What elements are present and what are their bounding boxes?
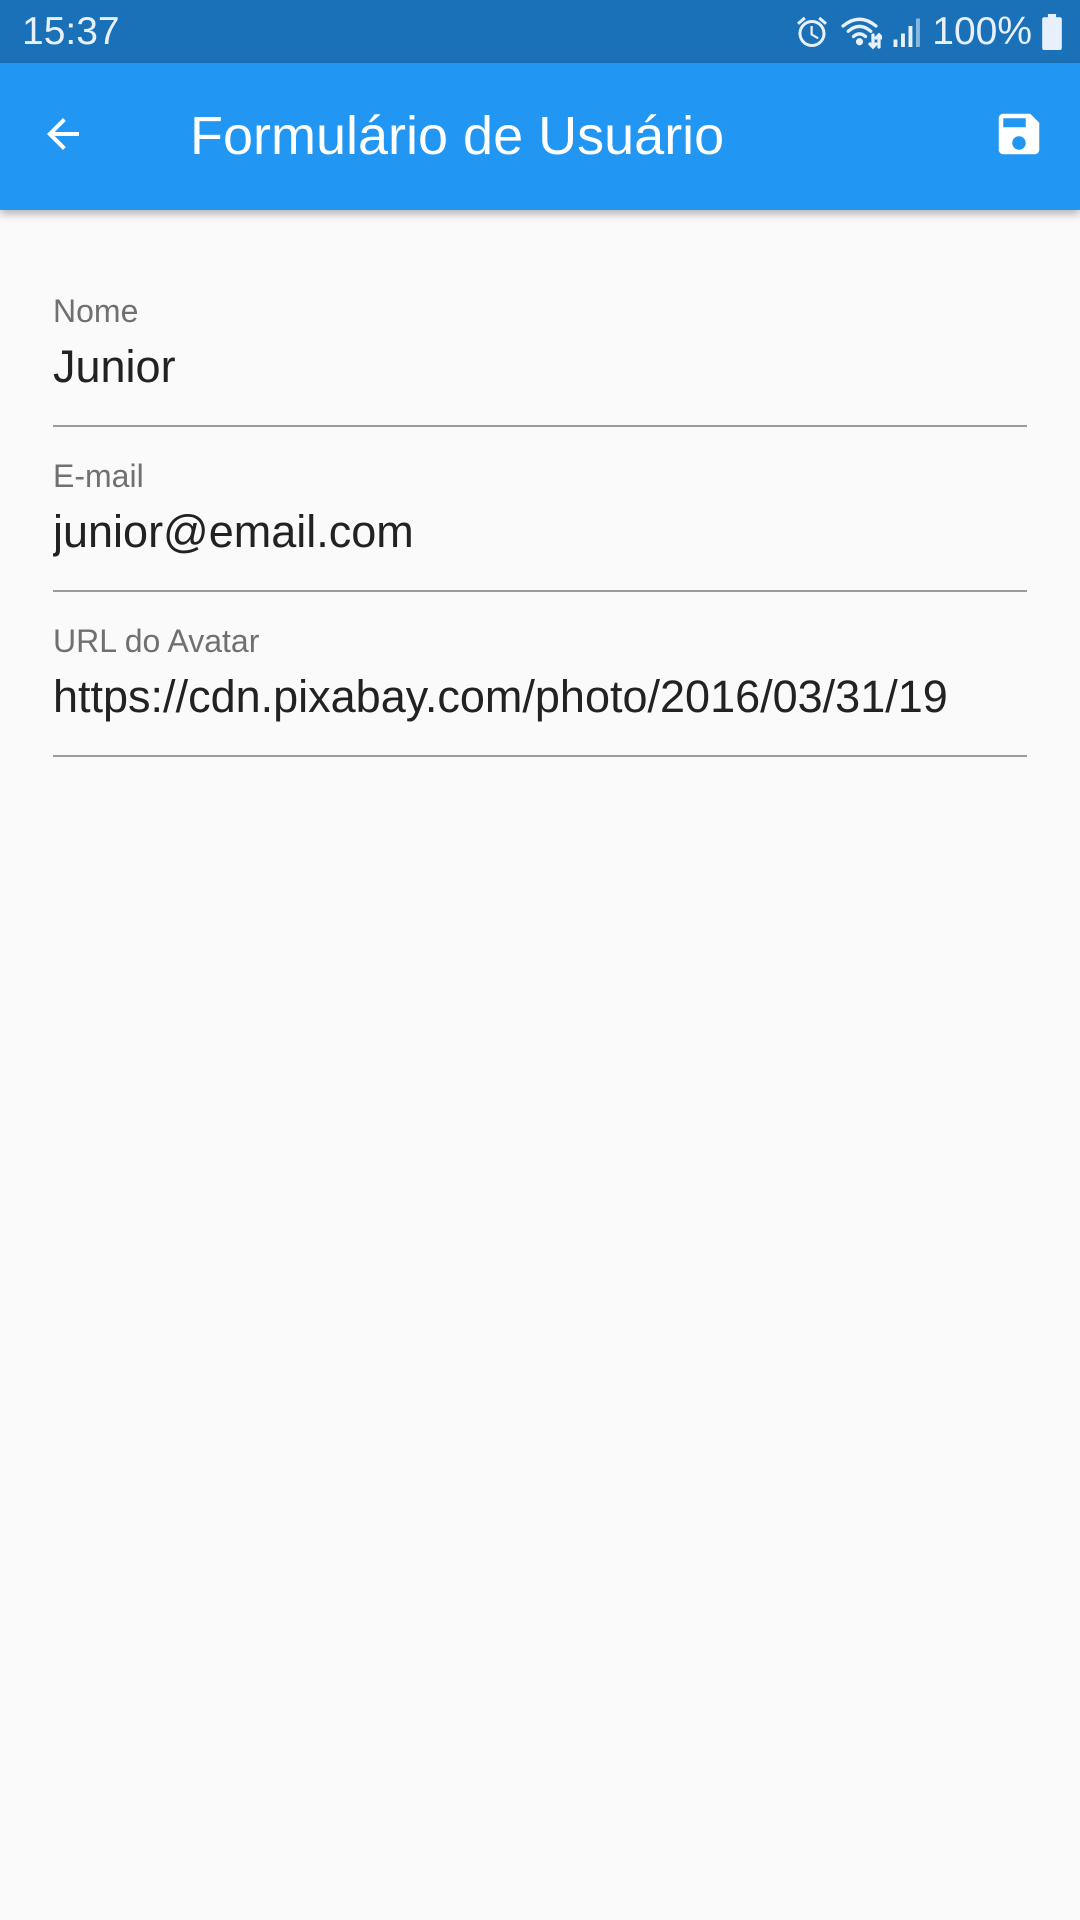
name-field[interactable]: Nome: [53, 210, 1027, 427]
email-input[interactable]: [53, 504, 1027, 560]
avatar-url-field[interactable]: URL do Avatar: [53, 592, 1027, 757]
email-field-label: E-mail: [53, 458, 144, 494]
battery-percent: 100%: [932, 10, 1032, 53]
user-form: Nome E-mail URL do Avatar: [53, 210, 1027, 757]
status-time: 15:37: [22, 10, 120, 53]
name-field-label: Nome: [53, 293, 139, 329]
page-title: Formulário de Usuário: [190, 106, 725, 166]
back-button[interactable]: [30, 103, 96, 169]
wifi-icon: [840, 14, 883, 50]
name-input[interactable]: [53, 339, 1027, 395]
battery-icon: [1042, 13, 1062, 50]
save-icon: [992, 107, 1046, 166]
signal-icon: [892, 14, 922, 50]
app-bar: Formulário de Usuário: [0, 63, 1080, 210]
status-bar: 15:37 100%: [0, 0, 1080, 63]
arrow-back-icon: [39, 110, 87, 163]
email-field[interactable]: E-mail: [53, 427, 1027, 592]
avatar-url-input[interactable]: [53, 669, 1027, 725]
avatar-url-field-label: URL do Avatar: [53, 623, 260, 659]
save-button[interactable]: [986, 103, 1052, 169]
alarm-icon: [794, 14, 830, 50]
status-icons: 100%: [794, 9, 1062, 54]
